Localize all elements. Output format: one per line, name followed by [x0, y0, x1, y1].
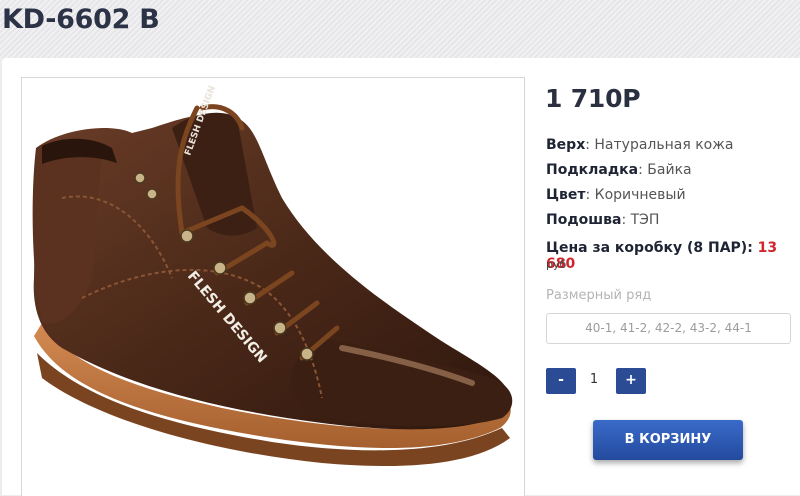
spec-color: Цвет: Коричневый — [546, 187, 686, 203]
page-title: KD-6602 B — [2, 4, 160, 35]
spec-label: Верх — [546, 137, 586, 153]
spec-sole: Подошва: ТЭП — [546, 212, 660, 228]
spec-label: Подошва — [546, 212, 622, 228]
spec-lining: Подкладка: Байка — [546, 162, 692, 178]
add-to-cart-button[interactable]: В КОРЗИНУ — [593, 420, 743, 460]
spec-value: ТЭП — [630, 212, 660, 228]
box-price-label: Цена за коробку (8 ПАР): — [546, 240, 753, 256]
quantity-decrease-button[interactable]: - — [546, 368, 576, 394]
boot-illustration: FLESH DESIGN FLESH DESIGN — [32, 84, 513, 467]
spec-label: Цвет — [546, 187, 586, 203]
box-price-unit: руб — [546, 258, 567, 271]
quantity-increase-button[interactable]: + — [616, 368, 646, 394]
spec-label: Подкладка — [546, 162, 639, 178]
spec-value: Натуральная кожа — [594, 137, 734, 153]
product-image[interactable]: FLESH DESIGN FLESH DESIGN — [21, 77, 525, 496]
spec-upper: Верх: Натуральная кожа — [546, 137, 734, 153]
size-range-field[interactable]: 40-1, 41-2, 42-2, 43-2, 44-1 — [546, 313, 791, 344]
quantity-value[interactable]: 1 — [582, 372, 606, 387]
spec-value: Байка — [647, 162, 692, 178]
box-price: Цена за коробку (8 ПАР): 13 680 — [546, 240, 800, 272]
product-price: 1 710Р — [545, 84, 641, 113]
spec-value: Коричневый — [594, 187, 686, 203]
size-range-label: Размерный ряд — [546, 288, 652, 303]
